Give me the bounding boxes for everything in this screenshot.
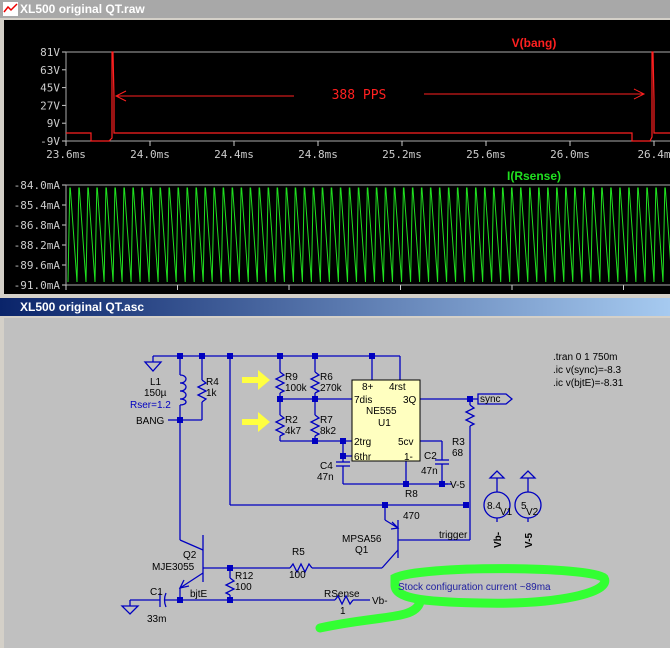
label-c1: C1 — [150, 587, 163, 598]
directive-tran[interactable]: .tran 0 1 750m — [553, 352, 617, 363]
label-r7v: 8k2 — [320, 426, 337, 437]
label-u-pin3: 3Q — [403, 395, 417, 406]
label-r12: R12 — [235, 571, 254, 582]
label-c4: C4 — [320, 461, 333, 472]
label-sync: sync — [480, 394, 501, 405]
label-v2: V2 — [526, 507, 539, 518]
label-c2: C2 — [424, 451, 437, 462]
label-u-pin4: 4rst — [389, 382, 406, 393]
label-q1model: MPSA56 — [342, 534, 382, 545]
label-bjte: bjtE — [190, 589, 208, 600]
label-l1v: 150µ — [144, 388, 167, 399]
label-u-pin2: 2trg — [354, 437, 371, 448]
label-r12v: 100 — [235, 582, 252, 593]
label-rsense: RSense — [324, 589, 360, 600]
label-u-name: NE555 — [366, 406, 397, 417]
label-r7: R7 — [320, 415, 333, 426]
directive-ic-sync[interactable]: .ic v(sync)=-8.3 — [553, 365, 622, 376]
comment-note[interactable]: Stock configuration current ~89ma — [398, 582, 551, 593]
schematic-canvas[interactable]: L1150µRser=1.2 BANG R41k R9100k R6270k R24k7 R… — [0, 0, 670, 648]
label-r5: R5 — [292, 547, 305, 558]
label-u-pin1: 1- — [404, 452, 413, 463]
directive-ic-bjte[interactable]: .ic v(bjtE)=-8.31 — [553, 378, 624, 389]
label-trigger: trigger — [439, 530, 468, 541]
label-c2v: 47n — [421, 466, 438, 477]
label-r4: R4 — [206, 377, 219, 388]
label-r4v: 1k — [206, 388, 218, 399]
label-r2v: 4k7 — [285, 426, 302, 437]
label-v1: V1 — [500, 507, 513, 518]
label-r8: R8 — [405, 489, 418, 500]
label-r6: R6 — [320, 372, 333, 383]
label-v1net: Vb- — [493, 532, 504, 548]
label-r3v: 68 — [452, 448, 464, 459]
label-r9: R9 — [285, 372, 298, 383]
label-r6v: 270k — [320, 383, 343, 394]
label-v5net: V-5 — [450, 480, 465, 491]
label-r2: R2 — [285, 415, 298, 426]
label-r8v: 470 — [403, 511, 420, 522]
label-vbnet: Vb- — [372, 596, 388, 607]
label-v2net: V-5 — [524, 533, 535, 548]
label-q2: Q2 — [183, 550, 197, 561]
label-bang: BANG — [136, 416, 165, 427]
label-c4v: 47n — [317, 472, 334, 483]
label-l1: L1 — [150, 377, 162, 388]
label-r9v: 100k — [285, 383, 308, 394]
label-u-pin7: 7dis — [354, 395, 372, 406]
label-q1: Q1 — [355, 545, 369, 556]
label-u-pin6: 6thr — [354, 452, 372, 463]
label-r5v: 100 — [289, 570, 306, 581]
label-rser: Rser=1.2 — [130, 400, 171, 411]
label-u-ref: U1 — [378, 418, 391, 429]
label-rsensev: 1 — [340, 606, 346, 617]
label-c1v: 33m — [147, 614, 166, 625]
label-r3: R3 — [452, 437, 465, 448]
label-u-pin8: 8+ — [362, 382, 374, 393]
label-u-pin5: 5cv — [398, 437, 414, 448]
label-q2model: MJE3055 — [152, 562, 195, 573]
